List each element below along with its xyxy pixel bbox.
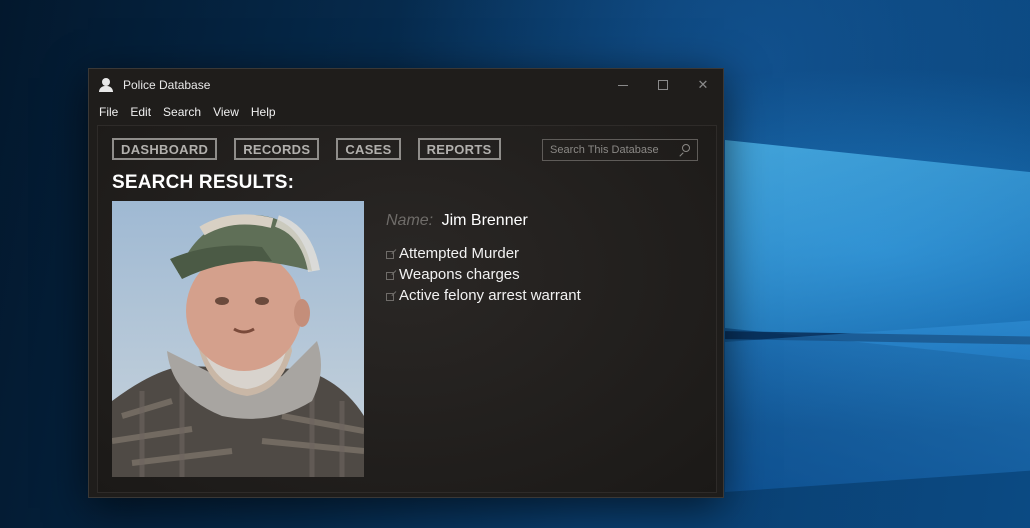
search-input[interactable] [550, 144, 674, 156]
close-icon: ✕ [697, 77, 709, 92]
charge-label: Attempted Murder [399, 245, 520, 262]
external-link-icon [386, 248, 397, 259]
name-value: Jim Brenner [441, 212, 528, 229]
menu-help[interactable]: Help [251, 105, 276, 119]
content-panel: DASHBOARD RECORDS CASES REPORTS SEARCH R… [97, 125, 717, 493]
title-bar[interactable]: Police Database ✕ [89, 69, 723, 101]
search-box [542, 139, 698, 161]
external-link-icon [386, 269, 397, 280]
window-title: Police Database [123, 78, 211, 92]
charge-label: Active felony arrest warrant [399, 287, 581, 304]
search-icon[interactable] [678, 144, 690, 157]
suspect-name-line: Name: Jim Brenner [386, 212, 528, 230]
menu-file[interactable]: File [99, 105, 118, 119]
menu-view[interactable]: View [213, 105, 239, 119]
menu-edit[interactable]: Edit [130, 105, 151, 119]
charges-list: Attempted Murder Weapons charges Active … [386, 243, 581, 306]
police-database-window: Police Database ✕ File Edit Search View … [88, 68, 724, 498]
suspect-photo [112, 201, 364, 477]
charge-label: Weapons charges [399, 266, 520, 283]
close-button[interactable]: ✕ [683, 69, 723, 101]
suspect-photo-illustration [112, 201, 364, 477]
menu-search[interactable]: Search [163, 105, 201, 119]
charge-item[interactable]: Active felony arrest warrant [386, 285, 581, 306]
menu-bar: File Edit Search View Help [89, 101, 723, 123]
external-link-icon [386, 290, 397, 301]
charge-item[interactable]: Attempted Murder [386, 243, 581, 264]
cases-button[interactable]: CASES [336, 138, 401, 160]
user-icon [99, 78, 113, 92]
reports-button[interactable]: REPORTS [417, 138, 501, 160]
records-button[interactable]: RECORDS [234, 138, 320, 160]
maximize-icon [658, 80, 668, 90]
name-label: Name: [386, 212, 434, 229]
charge-item[interactable]: Weapons charges [386, 264, 581, 285]
maximize-button[interactable] [643, 69, 683, 101]
nav-bar: DASHBOARD RECORDS CASES REPORTS [112, 138, 518, 160]
minimize-icon [618, 84, 628, 86]
minimize-button[interactable] [603, 69, 643, 101]
dashboard-button[interactable]: DASHBOARD [112, 138, 218, 160]
window-controls: ✕ [603, 69, 723, 101]
search-results-heading: SEARCH RESULTS: [112, 172, 295, 193]
wallpaper-window-pane [725, 318, 1030, 492]
